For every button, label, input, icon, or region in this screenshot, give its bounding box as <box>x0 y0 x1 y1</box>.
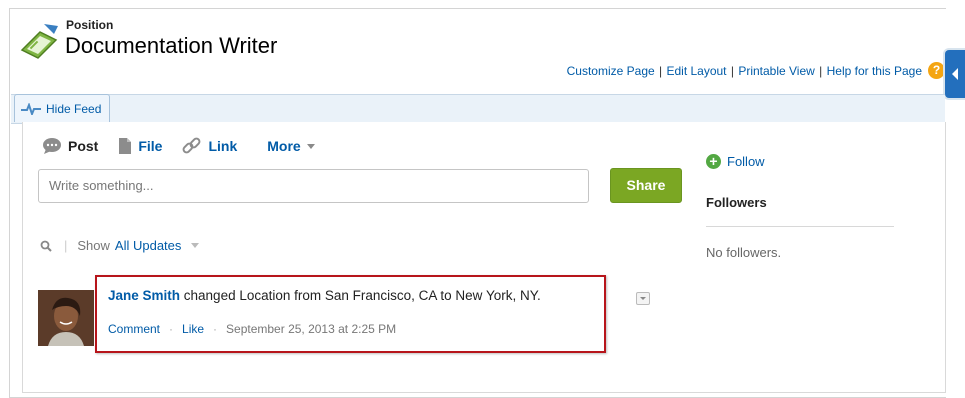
link-icon <box>183 137 201 154</box>
printable-view-link[interactable]: Printable View <box>738 64 815 78</box>
like-link[interactable]: Like <box>182 322 204 336</box>
tab-link-label: Link <box>208 138 238 154</box>
publisher-tabs: Post File Link More <box>42 137 335 155</box>
tab-post-label: Post <box>68 138 99 154</box>
chevron-down-icon <box>306 143 315 149</box>
filter-dropdown[interactable]: All Updates <box>115 238 181 253</box>
tab-link[interactable]: Link <box>182 137 237 155</box>
hide-feed-button[interactable]: Hide Feed <box>14 94 111 122</box>
page-links: Customize Page | Edit Layout | Printable… <box>567 64 922 78</box>
follow-button[interactable]: + Follow <box>706 154 765 169</box>
chevron-down-icon[interactable] <box>191 243 200 248</box>
hide-feed-label: Hide Feed <box>46 101 102 116</box>
customize-page-link[interactable]: Customize Page <box>567 64 655 78</box>
follow-label: Follow <box>727 154 765 169</box>
feed-bar <box>11 94 945 124</box>
document-icon <box>119 138 132 154</box>
pulse-icon <box>21 102 41 115</box>
post-text: changed Location from San Francisco, CA … <box>180 288 541 303</box>
more-menu[interactable]: More <box>267 138 315 154</box>
edit-layout-link[interactable]: Edit Layout <box>666 64 726 78</box>
tab-file[interactable]: File <box>118 137 162 155</box>
object-type-label: Position <box>66 18 114 32</box>
post-timestamp: September 25, 2013 at 2:25 PM <box>226 322 397 336</box>
meta-separator: · <box>169 322 174 336</box>
sidebar-collapse-tab[interactable] <box>945 50 965 98</box>
followers-divider <box>706 226 894 227</box>
link-separator: | <box>655 64 666 78</box>
post-author-link[interactable]: Jane Smith <box>108 288 180 303</box>
meta-separator: · <box>213 322 218 336</box>
post-menu-button[interactable] <box>636 292 650 305</box>
link-separator: | <box>727 64 738 78</box>
more-label: More <box>267 138 301 154</box>
comment-link[interactable]: Comment <box>108 322 160 336</box>
share-button[interactable]: Share <box>610 168 682 203</box>
speech-bubble-icon <box>43 138 61 154</box>
tab-post[interactable]: Post <box>42 137 98 155</box>
post-input[interactable]: Write something... <box>38 169 589 203</box>
post-body: Jane Smith changed Location from San Fra… <box>108 288 541 303</box>
avatar[interactable] <box>38 290 94 346</box>
show-label: Show <box>77 238 110 253</box>
help-icon[interactable]: ? <box>928 62 945 79</box>
no-followers-text: No followers. <box>706 245 782 260</box>
search-icon[interactable] <box>40 240 52 252</box>
plus-icon: + <box>706 154 721 169</box>
feed-filter: | Show All Updates <box>40 238 200 253</box>
filter-separator: | <box>64 238 68 253</box>
help-link[interactable]: Help for this Page <box>827 64 922 78</box>
followers-heading: Followers <box>706 195 767 210</box>
position-object-icon <box>18 20 62 64</box>
post-meta: Comment · Like · September 25, 2013 at 2:25 … <box>108 322 396 336</box>
page-title: Documentation Writer <box>65 33 278 58</box>
highlight-box <box>95 275 606 353</box>
chevron-left-icon <box>952 68 958 80</box>
tab-file-label: File <box>138 138 163 154</box>
link-separator: | <box>815 64 826 78</box>
